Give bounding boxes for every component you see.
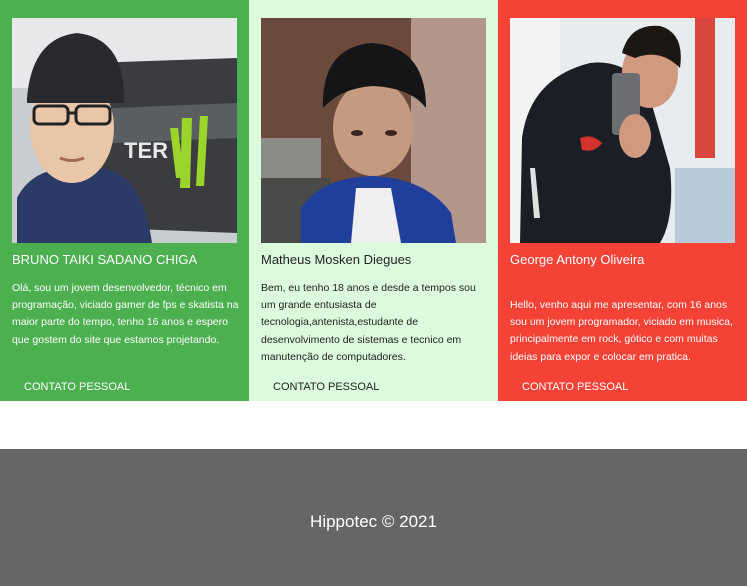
member-name: Matheus Mosken Diegues <box>261 252 412 267</box>
member-bio: Olá, sou um jovem desenvolvedor, técnico… <box>12 282 239 346</box>
team-section: TER BRUNO TAIKI SADANO CHIGA Olá, sou um… <box>0 0 747 401</box>
contact-link[interactable]: CONTATO PESSOAL <box>24 380 130 394</box>
svg-text:TER: TER <box>124 138 168 163</box>
team-card-matheus: Matheus Mosken Diegues Bem, eu tenho 18 … <box>249 0 498 401</box>
member-bio: Hello, venho aqui me apresentar, com 16 … <box>510 299 733 363</box>
member-photo <box>510 18 735 243</box>
member-name: BRUNO TAIKI SADANO CHIGA <box>12 252 198 267</box>
member-photo: TER <box>12 18 237 243</box>
portrait-image <box>510 18 735 243</box>
contact-link[interactable]: CONTATO PESSOAL <box>273 380 379 394</box>
member-name: George Antony Oliveira <box>510 252 645 267</box>
footer-copyright: Hippotec © 2021 <box>310 512 437 531</box>
contact-link[interactable]: CONTATO PESSOAL <box>522 380 628 394</box>
portrait-image <box>261 18 486 243</box>
portrait-image: TER <box>12 18 237 243</box>
member-bio: Bem, eu tenho 18 anos e desde a tempos s… <box>261 282 476 363</box>
member-photo <box>261 18 486 243</box>
team-card-bruno: TER BRUNO TAIKI SADANO CHIGA Olá, sou um… <box>0 0 249 401</box>
team-card-george: George Antony Oliveira Hello, venho aqui… <box>498 0 747 401</box>
